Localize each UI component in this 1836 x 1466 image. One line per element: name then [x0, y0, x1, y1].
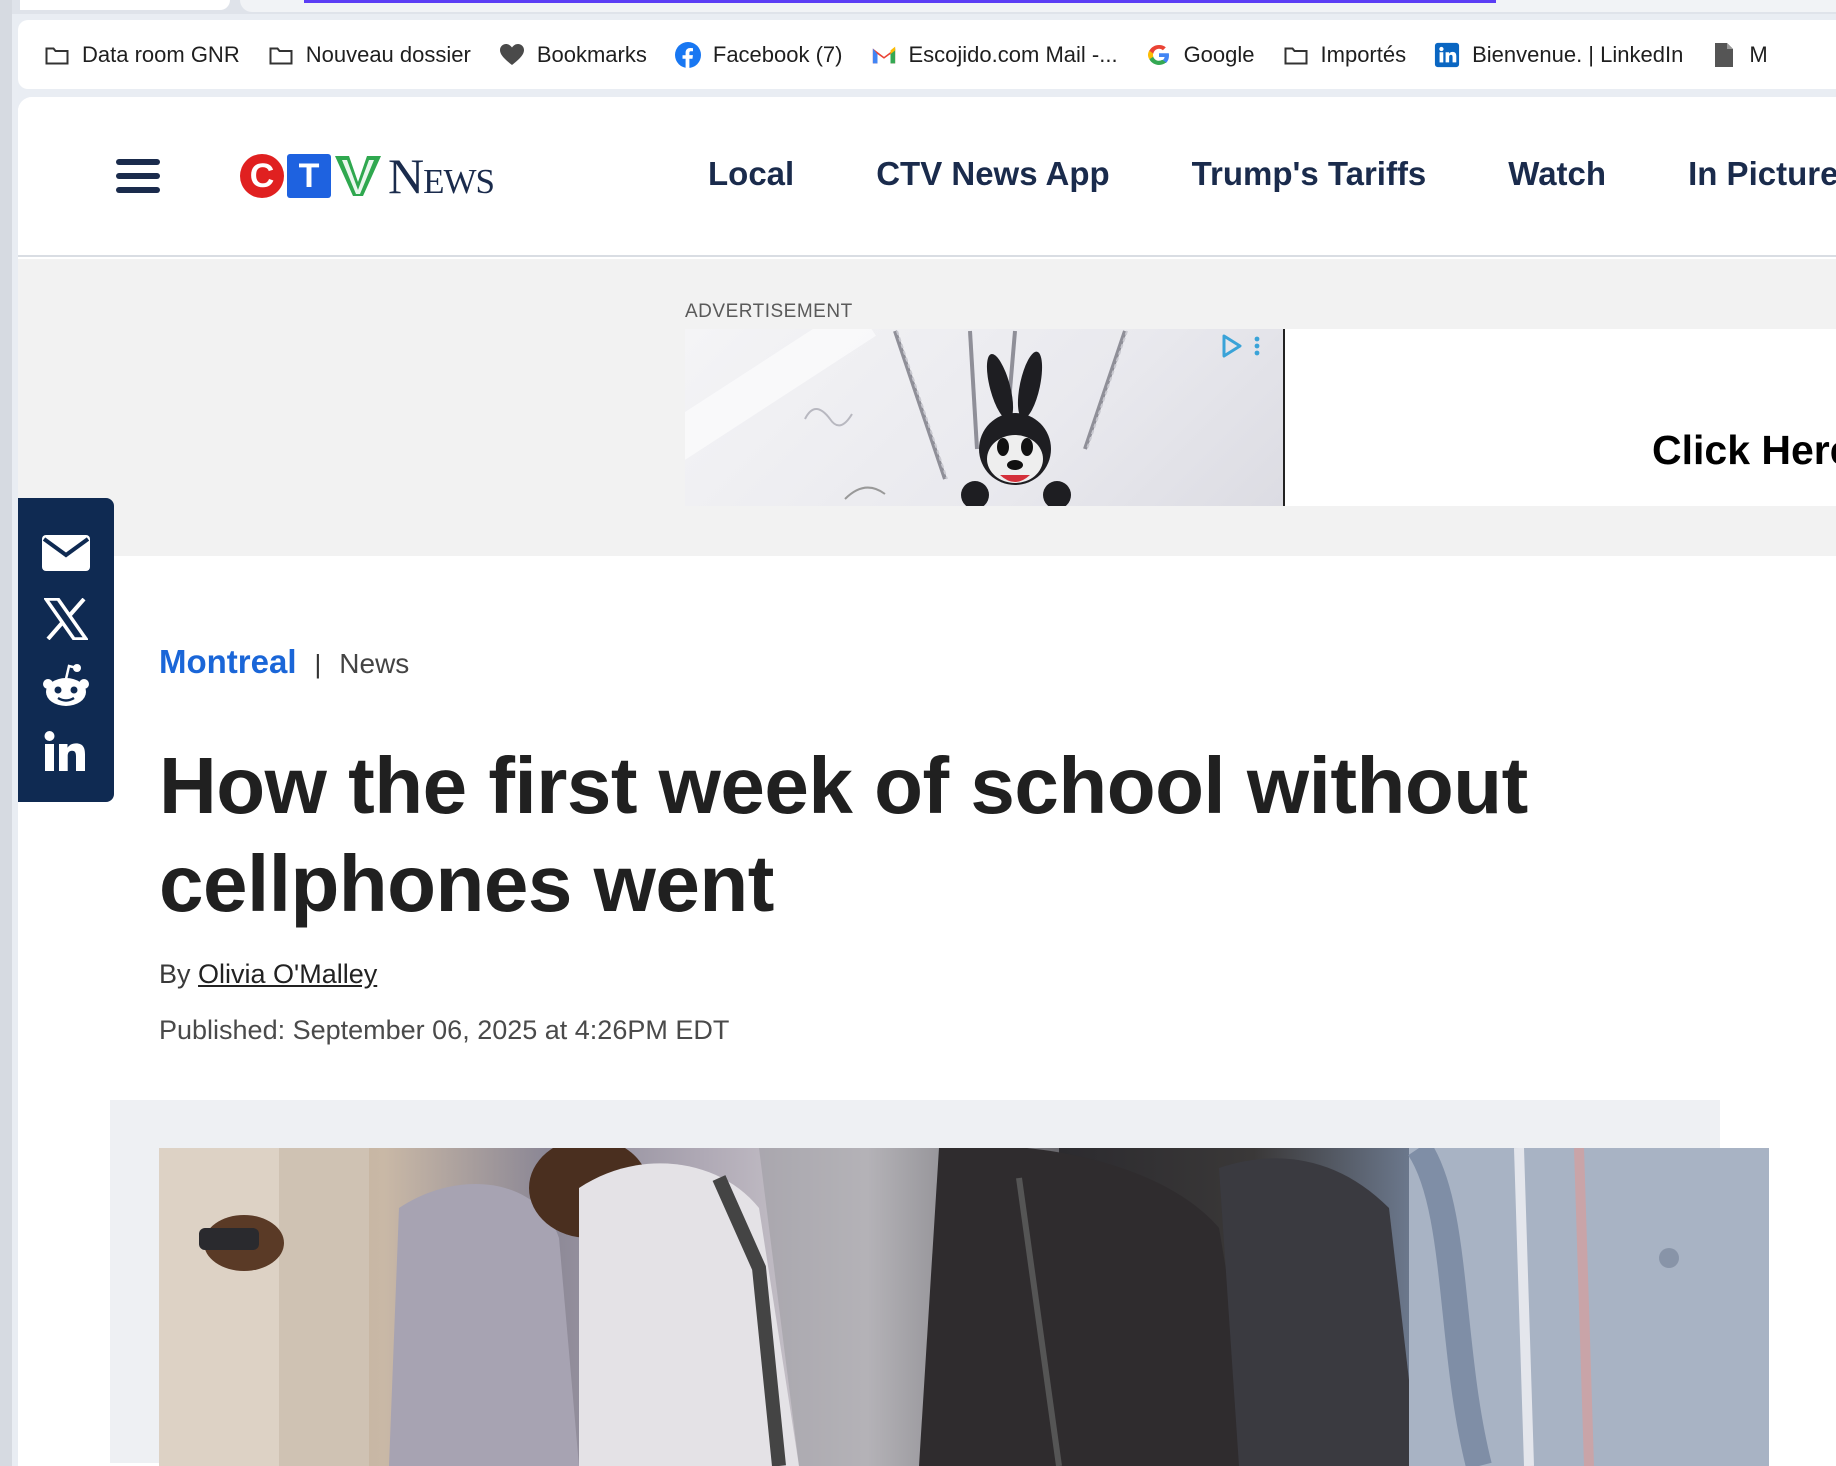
main-nav: Local CTV News App Trump's Tariffs Watch…: [708, 155, 1836, 193]
ad-label: ADVERTISEMENT: [685, 301, 853, 322]
site-header: C T News Local CTV News App Trump's Tari…: [18, 97, 1836, 257]
ad-cta-text[interactable]: Click Here: [1652, 427, 1836, 474]
folder-icon: [268, 42, 294, 68]
byline: By Olivia O'Malley: [159, 959, 377, 990]
google-icon: [1146, 42, 1172, 68]
breadcrumb-section: News: [339, 648, 410, 679]
nav-trumps-tariffs[interactable]: Trump's Tariffs: [1192, 155, 1427, 193]
bookmark-m[interactable]: M: [1711, 41, 1768, 68]
nav-watch[interactable]: Watch: [1508, 155, 1606, 193]
page-load-progress: [304, 0, 1496, 3]
bookmark-label: Importés: [1320, 41, 1407, 67]
gmail-icon: [871, 42, 897, 68]
ad-choices[interactable]: [1220, 333, 1280, 359]
nav-in-pictures[interactable]: In Pictures: [1688, 155, 1836, 193]
bookmark-label: Google: [1183, 41, 1255, 67]
logo-letter-t: T: [287, 154, 331, 198]
share-sidebar: [18, 498, 114, 802]
bookmark-label: Bienvenue. | LinkedIn: [1472, 41, 1684, 67]
students-photo: [159, 1148, 1769, 1466]
bookmark-label: Data room GNR: [82, 41, 240, 67]
bookmark-label: Nouveau dossier: [305, 41, 471, 67]
heart-icon: [499, 42, 525, 68]
bookmark-nouveau-dossier[interactable]: Nouveau dossier: [268, 42, 471, 68]
ad-banner[interactable]: Click Here: [685, 329, 1836, 506]
folder-icon: [1283, 42, 1309, 68]
author-link[interactable]: Olivia O'Malley: [198, 959, 377, 989]
logo-wordmark: News: [388, 148, 495, 204]
nav-local[interactable]: Local: [708, 155, 794, 193]
bookmarks-bar: Data room GNR Nouveau dossier Bookmarks …: [18, 20, 1836, 89]
x-icon[interactable]: [41, 596, 91, 642]
document-icon: [1711, 42, 1737, 68]
bookmark-label: M: [1749, 41, 1768, 67]
ctv-news-logo[interactable]: C T News: [240, 148, 495, 204]
bookmark-facebook[interactable]: Facebook (7): [674, 41, 843, 68]
more-options-icon[interactable]: [1254, 334, 1260, 358]
window-edge: [0, 0, 12, 1466]
advertisement-band: ADVERTISEMENT Click Here: [18, 259, 1836, 556]
breadcrumb-city[interactable]: Montreal: [159, 643, 297, 681]
reddit-icon[interactable]: [41, 662, 91, 708]
pendant-illustration: [685, 329, 1128, 506]
bookmark-label: Escojido.com Mail -...: [908, 41, 1118, 67]
linkedin-icon[interactable]: [41, 728, 91, 774]
tab-strip: [12, 0, 1836, 14]
bookmark-data-room-gnr[interactable]: Data room GNR: [44, 42, 240, 68]
logo-letter-v: [335, 156, 381, 196]
adchoices-icon[interactable]: [1220, 334, 1244, 358]
breadcrumb: Montreal | News: [159, 643, 409, 681]
nav-ctv-news-app[interactable]: CTV News App: [876, 155, 1109, 193]
article-headline: How the first week of school without cel…: [159, 741, 1528, 928]
bookmark-linkedin[interactable]: Bienvenue. | LinkedIn: [1434, 42, 1683, 68]
active-tab[interactable]: [20, 0, 230, 10]
email-icon[interactable]: [41, 530, 91, 576]
bookmark-label: Facebook (7): [712, 41, 843, 67]
hero-image[interactable]: [159, 1148, 1769, 1466]
bookmark-bookmarks[interactable]: Bookmarks: [499, 42, 647, 68]
web-page: C T News Local CTV News App Trump's Tari…: [18, 97, 1836, 1466]
menu-icon[interactable]: [116, 159, 160, 197]
bookmark-google[interactable]: Google: [1146, 42, 1255, 68]
byline-prefix: By: [159, 959, 191, 989]
bookmark-escojido-mail[interactable]: Escojido.com Mail -...: [871, 42, 1118, 68]
ad-image[interactable]: [685, 329, 1285, 506]
bookmark-importes[interactable]: Importés: [1283, 41, 1407, 68]
facebook-icon: [674, 41, 701, 68]
bookmark-label: Bookmarks: [536, 41, 647, 67]
folder-icon: [44, 42, 70, 68]
published-date: Published: September 06, 2025 at 4:26PM …: [159, 1015, 730, 1045]
logo-letter-c: C: [240, 154, 284, 198]
linkedin-icon: [1434, 42, 1460, 68]
breadcrumb-separator: |: [314, 649, 322, 679]
